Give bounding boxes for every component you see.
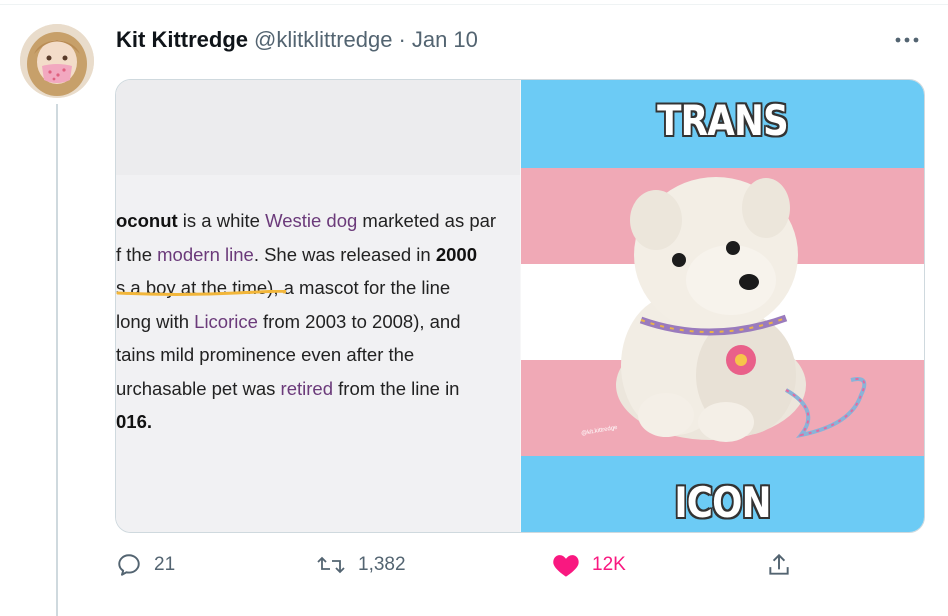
top-divider [0, 0, 948, 5]
article-header-blank [116, 80, 520, 175]
thread-line [56, 104, 58, 616]
article-text-segment: long with [116, 310, 195, 332]
article-text: oconut is a white Westie dog marketed as… [116, 204, 520, 439]
highlight-underline [116, 290, 286, 296]
tweet-actions: 21 1,382 12K [0, 552, 948, 592]
article-text-segment: f the [116, 243, 158, 265]
like-count: 12K [592, 554, 626, 575]
more-options-button[interactable] [890, 30, 924, 50]
article-text-segment: ), a mascot for the line [267, 277, 451, 298]
user-handle[interactable]: @klitklittredge [254, 27, 393, 53]
reply-button[interactable]: 21 [116, 552, 175, 578]
avatar-doll-image [20, 24, 94, 98]
meme-image[interactable]: TRANS ICON @kit.kittredge [521, 80, 924, 532]
article-screenshot[interactable]: oconut is a white Westie dog marketed as… [116, 80, 520, 532]
more-icon [895, 37, 919, 43]
reply-count: 21 [154, 554, 176, 575]
meme-bottom-text: ICON [674, 478, 771, 527]
share-button[interactable] [766, 552, 792, 578]
tweet-header: Kit Kittredge @klitklittredge · Jan 10 [116, 24, 478, 56]
article-line: oconut is a white Westie dog marketed as… [116, 204, 520, 238]
avatar[interactable] [20, 24, 94, 98]
article-line: long with Licorice from 2003 to 2008), a… [116, 305, 520, 339]
article-link[interactable]: Westie dog [265, 210, 357, 231]
article-text-segment: urchasable pet was [116, 377, 281, 399]
article-line: f the modern line. She was released in 2… [116, 238, 520, 272]
article-text-segment: from 2003 to 2008), and [257, 310, 461, 332]
article-line: tains mild prominence even after the [116, 338, 520, 372]
article-text-segment: tains mild prominence even after the [116, 344, 415, 365]
article-line: 016. [116, 405, 520, 439]
article-text-segment: 016. [116, 411, 153, 432]
article-link[interactable]: modern line [157, 244, 254, 265]
article-text-segment: from the line in [333, 377, 460, 399]
article-line: s a boy at the time), a mascot for the l… [116, 271, 520, 305]
article-text-segment: oconut [116, 210, 178, 231]
meme-top-text: TRANS [657, 96, 789, 145]
retweet-button[interactable]: 1,382 [316, 552, 406, 578]
display-name[interactable]: Kit Kittredge [116, 27, 248, 53]
heart-icon [553, 555, 579, 577]
separator-dot: · [398, 27, 406, 52]
reply-icon [118, 554, 140, 576]
article-link[interactable]: Licorice [194, 311, 258, 332]
article-text-segment: 2000 [435, 243, 477, 265]
article-link[interactable]: retired [281, 378, 333, 399]
westie-dog-image [616, 177, 867, 442]
like-button[interactable]: 12K [552, 552, 626, 578]
tweet-date[interactable]: Jan 10 [412, 27, 478, 53]
tweet-media[interactable]: oconut is a white Westie dog marketed as… [115, 79, 925, 533]
share-icon [769, 553, 789, 575]
article-text-segment: is a white [177, 210, 266, 231]
article-text-segment: marketed as par [357, 210, 497, 231]
retweet-icon [317, 556, 345, 574]
article-text-segment: . She was released in [253, 243, 436, 265]
retweet-count: 1,382 [358, 554, 406, 575]
article-line: urchasable pet was retired from the line… [116, 372, 520, 406]
